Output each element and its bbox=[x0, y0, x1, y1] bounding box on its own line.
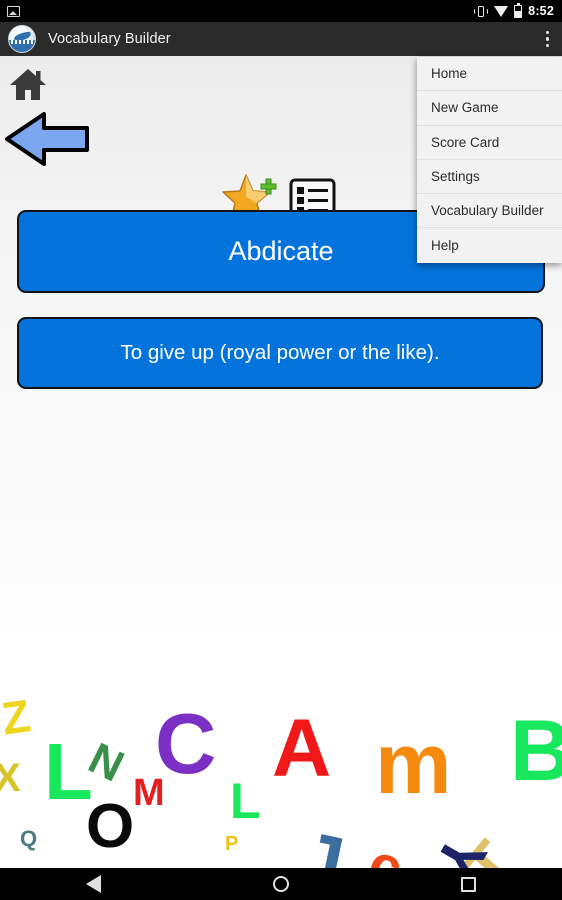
app-bar: Vocabulary Builder bbox=[0, 22, 562, 56]
decor-letter: Z bbox=[0, 689, 34, 745]
decor-letter: X bbox=[0, 756, 21, 800]
home-icon[interactable] bbox=[9, 68, 47, 101]
phone-screen: 8:52 Vocabulary Builder Abdicate To give… bbox=[0, 0, 562, 900]
decor-letter: J bbox=[291, 815, 351, 868]
decor-letter: Q bbox=[20, 826, 38, 851]
menu-item-score-card[interactable]: Score Card bbox=[417, 126, 562, 160]
menu-item-label: Vocabulary Builder bbox=[431, 203, 544, 219]
definition-label: To give up (royal power or the like). bbox=[120, 341, 440, 364]
wifi-icon bbox=[494, 5, 509, 17]
menu-item-label: Help bbox=[431, 238, 459, 254]
menu-item-settings[interactable]: Settings bbox=[417, 160, 562, 195]
decor-letter: c bbox=[361, 830, 411, 868]
decor-letter: A bbox=[272, 703, 332, 794]
decor-letter: O bbox=[86, 792, 135, 861]
navigation-bar bbox=[0, 868, 562, 900]
word-label: Abdicate bbox=[228, 236, 334, 266]
app-logo-icon bbox=[8, 25, 36, 53]
decor-letter: C bbox=[155, 697, 217, 792]
nav-home-icon[interactable] bbox=[273, 876, 289, 892]
status-bar-clock: 8:52 bbox=[528, 4, 554, 18]
vibrate-icon bbox=[474, 5, 489, 18]
battery-icon bbox=[514, 2, 523, 18]
status-bar-left bbox=[0, 5, 20, 17]
menu-item-label: Settings bbox=[431, 169, 480, 185]
status-bar-right: 8:52 bbox=[474, 2, 562, 18]
menu-item-vocabulary-builder[interactable]: Vocabulary Builder bbox=[417, 194, 562, 229]
menu-item-label: Score Card bbox=[431, 134, 500, 150]
app-title: Vocabulary Builder bbox=[48, 31, 171, 47]
definition-button[interactable]: To give up (royal power or the like). bbox=[17, 317, 543, 389]
overflow-menu-icon[interactable] bbox=[545, 30, 549, 48]
menu-item-home[interactable]: Home bbox=[417, 57, 562, 92]
menu-item-help[interactable]: Help bbox=[417, 228, 562, 262]
menu-item-new-game[interactable]: New Game bbox=[417, 91, 562, 126]
decor-letter: B bbox=[510, 703, 562, 799]
menu-item-label: New Game bbox=[431, 100, 499, 116]
overflow-dropdown-menu[interactable]: Home New Game Score Card Settings Vocabu… bbox=[417, 57, 562, 263]
decor-letter: m bbox=[375, 716, 452, 812]
letters-decoration: ZXLNMCAmBLQOPJcETYAWCVR+Y bbox=[0, 646, 562, 868]
decor-letter: L bbox=[230, 773, 261, 829]
menu-item-label: Home bbox=[431, 66, 468, 82]
status-bar: 8:52 bbox=[0, 0, 562, 22]
image-icon bbox=[7, 5, 20, 17]
back-arrow-icon[interactable] bbox=[4, 112, 90, 166]
decor-letter: P bbox=[225, 833, 239, 855]
nav-back-icon[interactable] bbox=[86, 875, 101, 893]
nav-recents-icon[interactable] bbox=[461, 876, 476, 892]
